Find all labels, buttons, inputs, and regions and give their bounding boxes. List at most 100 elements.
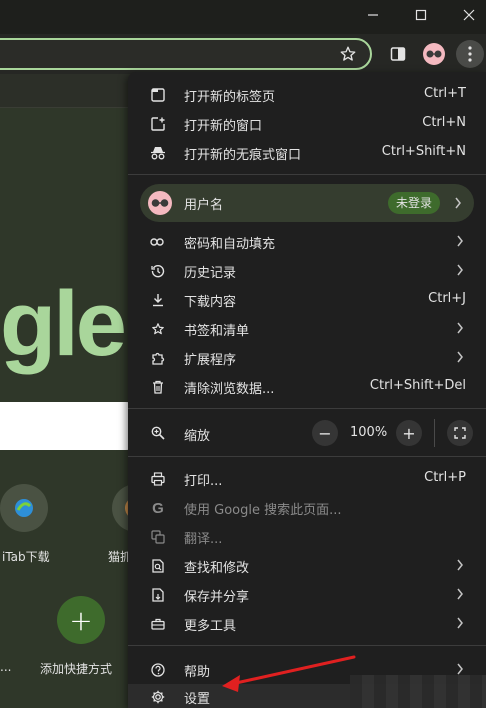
- trash-icon: [150, 379, 166, 395]
- close-window-button[interactable]: [446, 0, 486, 30]
- chrome-menu-button[interactable]: [456, 40, 484, 68]
- menu-item-extensions[interactable]: 扩展程序: [128, 343, 486, 372]
- menu-item-shortcut: Ctrl+N: [422, 115, 466, 130]
- zoom-label: 缩放: [184, 429, 211, 444]
- chevron-right-icon: [456, 557, 464, 573]
- menu-item-label: 查找和修改: [184, 561, 250, 576]
- menu-item-find-edit[interactable]: 查找和修改: [128, 551, 486, 580]
- three-dots-vertical-icon: [468, 46, 472, 62]
- menu-item-label: 翻译...: [184, 532, 223, 547]
- maximize-button[interactable]: [398, 0, 444, 30]
- shortcut-label-itab: iTab下载: [2, 550, 50, 564]
- address-bar[interactable]: [0, 38, 372, 70]
- menu-item-label: 打印...: [184, 474, 223, 489]
- blurred-region: [350, 675, 486, 708]
- new-tab-icon: [150, 87, 166, 103]
- menu-item-label: 书签和清单: [184, 324, 250, 339]
- maximize-icon: [415, 9, 427, 21]
- menu-item-shortcut: Ctrl+P: [424, 470, 466, 485]
- profile-button[interactable]: [420, 40, 448, 68]
- menu-item-clear-data[interactable]: 清除浏览数据... Ctrl+Shift+Del: [128, 372, 486, 401]
- minimize-icon: [368, 14, 378, 16]
- minimize-button[interactable]: [350, 0, 396, 30]
- avatar-icon: [423, 43, 445, 65]
- minus-icon: −: [318, 423, 332, 443]
- menu-item-label: 历史记录: [184, 266, 237, 281]
- shortcut-tile-itab[interactable]: [0, 484, 48, 532]
- settings-gear-icon: [150, 689, 166, 705]
- title-bar: [0, 0, 486, 34]
- zoom-out-button[interactable]: −: [312, 420, 338, 446]
- profile-name: 用户名: [184, 198, 224, 213]
- menu-item-label: 打开新的无痕式窗口: [184, 148, 302, 163]
- plus-icon: +: [402, 423, 416, 443]
- menu-zoom-row: 缩放 − 100% +: [128, 418, 486, 448]
- chevron-right-icon: [456, 320, 464, 336]
- chevron-right-icon: [456, 349, 464, 365]
- menu-item-label: 清除浏览数据...: [184, 382, 275, 397]
- sign-in-status-badge: 未登录: [387, 192, 440, 214]
- menu-item-shortcut: Ctrl+Shift+Del: [369, 378, 466, 393]
- zoom-in-button[interactable]: +: [396, 420, 422, 446]
- menu-item-print[interactable]: 打印... Ctrl+P: [128, 464, 486, 493]
- menu-item-label: 设置: [184, 692, 211, 707]
- incognito-icon: [150, 145, 166, 161]
- menu-item-history[interactable]: 历史记录: [128, 256, 486, 285]
- chevron-right-icon: [456, 586, 464, 602]
- menu-profile-row[interactable]: 用户名 未登录: [140, 184, 474, 222]
- side-panel-icon: [390, 47, 406, 61]
- menu-item-label: 扩展程序: [184, 353, 237, 368]
- avatar-icon: [148, 191, 172, 215]
- plus-icon: +: [69, 603, 93, 637]
- menu-item-new-window[interactable]: 打开新的窗口 Ctrl+N: [128, 109, 486, 138]
- print-icon: [150, 471, 166, 487]
- menu-item-label: 帮助: [184, 665, 211, 680]
- key-icon: [150, 234, 166, 250]
- menu-item-more-tools[interactable]: 更多工具: [128, 609, 486, 638]
- chevron-right-icon: [456, 262, 464, 278]
- menu-separator: [128, 456, 486, 457]
- menu-item-shortcut: Ctrl+T: [424, 86, 466, 101]
- menu-item-downloads[interactable]: 下载内容 Ctrl+J: [128, 285, 486, 314]
- itab-logo-icon: [15, 499, 33, 517]
- fullscreen-button[interactable]: [447, 420, 473, 446]
- menu-item-label: 打开新的窗口: [184, 119, 263, 134]
- menu-item-translate: 翻译...: [128, 522, 486, 551]
- download-icon: [150, 292, 166, 308]
- menu-item-new-tab[interactable]: 打开新的标签页 Ctrl+T: [128, 80, 486, 109]
- menu-item-label: 打开新的标签页: [184, 90, 276, 105]
- menu-item-save-share[interactable]: 保存并分享: [128, 580, 486, 609]
- side-panel-button[interactable]: [384, 40, 412, 68]
- save-share-icon: [150, 587, 166, 603]
- menu-item-shortcut: Ctrl+J: [428, 291, 466, 306]
- shortcut-label-partial: ...: [0, 660, 12, 674]
- puzzle-icon: [150, 350, 166, 366]
- close-icon: [463, 9, 475, 21]
- menu-item-shortcut: Ctrl+Shift+N: [381, 144, 466, 159]
- menu-item-label: 更多工具: [184, 619, 237, 634]
- add-shortcut-button[interactable]: +: [57, 596, 105, 644]
- menu-separator: [128, 174, 486, 175]
- menu-item-passwords[interactable]: 密码和自动填充: [128, 227, 486, 256]
- bookmark-star-button[interactable]: [334, 40, 362, 68]
- toolbox-icon: [150, 616, 166, 632]
- translate-icon: [150, 529, 166, 545]
- menu-item-bookmarks[interactable]: 书签和清单: [128, 314, 486, 343]
- zoom-icon: [150, 425, 166, 441]
- star-icon: [150, 321, 166, 337]
- history-icon: [150, 263, 166, 279]
- new-window-icon: [150, 116, 166, 132]
- menu-separator: [128, 645, 486, 646]
- menu-item-search-page: G 使用 Google 搜索此页面...: [128, 493, 486, 522]
- menu-separator: [128, 408, 486, 409]
- chevron-right-icon: [456, 233, 464, 249]
- zoom-level: 100%: [350, 425, 388, 440]
- google-g-icon: G: [152, 499, 164, 517]
- menu-item-label: 密码和自动填充: [184, 237, 276, 252]
- menu-item-new-incognito[interactable]: 打开新的无痕式窗口 Ctrl+Shift+N: [128, 138, 486, 167]
- star-icon: [340, 46, 356, 61]
- menu-item-label: 保存并分享: [184, 590, 250, 605]
- zoom-divider: [434, 419, 435, 447]
- google-logo: gle: [0, 273, 127, 375]
- fullscreen-icon: [454, 427, 466, 439]
